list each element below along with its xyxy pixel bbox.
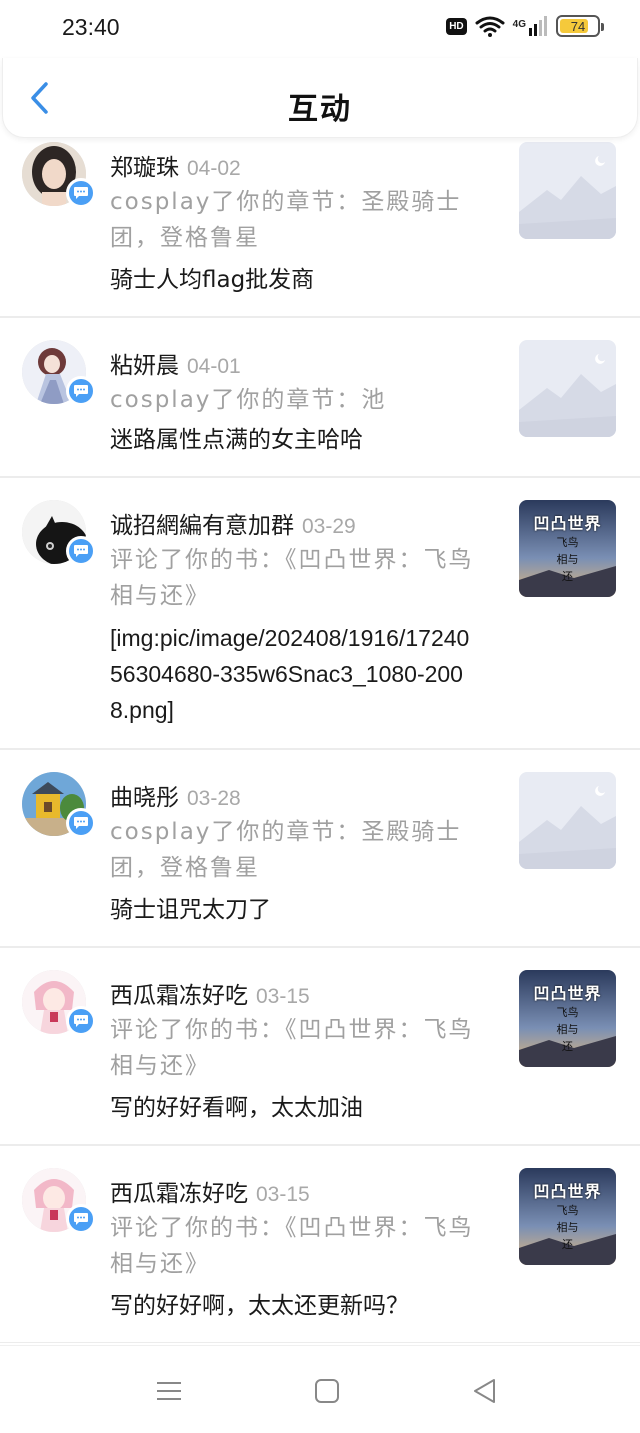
book-cover-subtitle: 飞鸟 相与 还 xyxy=(556,1006,579,1053)
item-date: 03-15 xyxy=(256,985,310,1008)
list-item[interactable]: 诚招網編有意加群 03-29 评论了你的书：《凹凸世界：飞鸟相与还》 [img:p… xyxy=(0,478,640,750)
comment-badge-icon xyxy=(66,808,96,838)
comment-content[interactable]: 骑士人均flag批发商 xyxy=(110,262,490,298)
action-text[interactable]: cosplay了你的章节：池 xyxy=(110,382,485,418)
item-date: 03-29 xyxy=(302,515,356,538)
user-name[interactable]: 粘妍晨 xyxy=(110,353,179,379)
comment-badge-icon xyxy=(66,536,96,566)
comment-badge-icon xyxy=(66,178,96,208)
avatar[interactable] xyxy=(22,142,96,208)
avatar[interactable] xyxy=(22,1168,96,1234)
system-nav-bar xyxy=(0,1345,640,1433)
avatar[interactable] xyxy=(22,340,96,406)
list-item[interactable]: 粘妍晨 04-01 cosplay了你的章节：池 迷路属性点满的女主哈哈 xyxy=(0,318,640,478)
status-time: 23:40 xyxy=(62,14,120,40)
action-text[interactable]: 评论了你的书：《凹凸世界：飞鸟相与还》 xyxy=(110,542,485,614)
avatar[interactable] xyxy=(22,500,96,566)
hd-icon: HD xyxy=(446,17,467,35)
comment-badge-icon xyxy=(66,1204,96,1234)
back-nav-button[interactable] xyxy=(470,1376,500,1406)
comment-content[interactable]: 迷路属性点满的女主哈哈 xyxy=(110,422,490,458)
list-item[interactable]: 曲晓彤 03-28 cosplay了你的章节：圣殿骑士团，登格鲁星 骑士诅咒太刀了 xyxy=(0,750,640,948)
name-line: 粘妍晨 04-01 xyxy=(110,346,241,380)
item-date: 03-15 xyxy=(256,1183,310,1206)
interaction-list[interactable]: 郑璇珠 04-02 cosplay了你的章节：圣殿骑士团，登格鲁星 骑士人均fla… xyxy=(0,128,640,1343)
placeholder-thumbnail[interactable] xyxy=(519,340,616,437)
triangle-back-icon xyxy=(474,1379,495,1403)
signal-icon xyxy=(529,16,547,36)
user-name[interactable]: 曲晓彤 xyxy=(110,785,179,811)
list-item[interactable]: 西瓜霜冻好吃 03-15 评论了你的书：《凹凸世界：飞鸟相与还》 写的好好啊，太太… xyxy=(0,1146,640,1343)
book-cover-thumbnail[interactable]: 凹凸世界 飞鸟 相与 还 xyxy=(519,500,616,597)
book-cover-title: 凹凸世界 xyxy=(533,1182,602,1201)
comment-content[interactable]: 写的好好看啊，太太加油 xyxy=(110,1090,490,1126)
name-line: 西瓜霜冻好吃 03-15 xyxy=(110,1174,310,1208)
name-line: 郑璇珠 04-02 xyxy=(110,148,241,182)
placeholder-thumbnail[interactable] xyxy=(519,772,616,869)
comment-content[interactable]: [img:pic/image/202408/1916/1724056304680… xyxy=(110,620,482,728)
action-text[interactable]: cosplay了你的章节：圣殿骑士团，登格鲁星 xyxy=(110,184,485,256)
list-item[interactable]: 郑璇珠 04-02 cosplay了你的章节：圣殿骑士团，登格鲁星 骑士人均fla… xyxy=(0,128,640,318)
book-cover-title: 凹凸世界 xyxy=(533,984,602,1003)
item-date: 04-01 xyxy=(187,355,241,378)
comment-content[interactable]: 骑士诅咒太刀了 xyxy=(110,892,490,928)
book-cover-subtitle: 飞鸟 相与 还 xyxy=(556,536,579,583)
action-text[interactable]: cosplay了你的章节：圣殿骑士团，登格鲁星 xyxy=(110,814,485,886)
menu-icon xyxy=(157,1382,181,1400)
status-bar: 23:40 HD 4G 74 xyxy=(0,0,640,58)
avatar[interactable] xyxy=(22,970,96,1036)
header: 互动 xyxy=(2,58,638,138)
wifi-icon xyxy=(475,16,505,37)
placeholder-thumbnail[interactable] xyxy=(519,142,616,239)
page-title: 互动 xyxy=(288,92,352,127)
comment-badge-icon xyxy=(66,376,96,406)
item-date: 04-02 xyxy=(187,157,241,180)
network-type-icon: 4G xyxy=(513,16,548,36)
action-text[interactable]: 评论了你的书：《凹凸世界：飞鸟相与还》 xyxy=(110,1012,485,1084)
name-line: 西瓜霜冻好吃 03-15 xyxy=(110,976,310,1010)
user-name[interactable]: 诚招網編有意加群 xyxy=(110,513,294,539)
book-cover-thumbnail[interactable]: 凹凸世界 飞鸟 相与 还 xyxy=(519,970,616,1067)
item-date: 03-28 xyxy=(187,787,241,810)
book-cover-title: 凹凸世界 xyxy=(533,514,602,533)
menu-button[interactable] xyxy=(154,1376,184,1406)
name-line: 曲晓彤 03-28 xyxy=(110,778,241,812)
book-cover-thumbnail[interactable]: 凹凸世界 飞鸟 相与 还 xyxy=(519,1168,616,1265)
list-item[interactable]: 西瓜霜冻好吃 03-15 评论了你的书：《凹凸世界：飞鸟相与还》 写的好好看啊，太… xyxy=(0,948,640,1146)
user-name[interactable]: 郑璇珠 xyxy=(110,155,179,181)
square-home-icon xyxy=(315,1379,339,1403)
action-text[interactable]: 评论了你的书：《凹凸世界：飞鸟相与还》 xyxy=(110,1210,485,1282)
name-line: 诚招網編有意加群 03-29 xyxy=(110,506,356,540)
comment-badge-icon xyxy=(66,1006,96,1036)
comment-content[interactable]: 写的好好啊，太太还更新吗？ xyxy=(110,1288,490,1324)
avatar[interactable] xyxy=(22,772,96,838)
user-name[interactable]: 西瓜霜冻好吃 xyxy=(110,983,248,1009)
home-button[interactable] xyxy=(312,1376,342,1406)
status-icons: HD 4G 74 xyxy=(446,15,604,37)
battery-icon: 74 xyxy=(556,15,604,37)
book-cover-subtitle: 飞鸟 相与 还 xyxy=(556,1204,579,1251)
user-name[interactable]: 西瓜霜冻好吃 xyxy=(110,1181,248,1207)
